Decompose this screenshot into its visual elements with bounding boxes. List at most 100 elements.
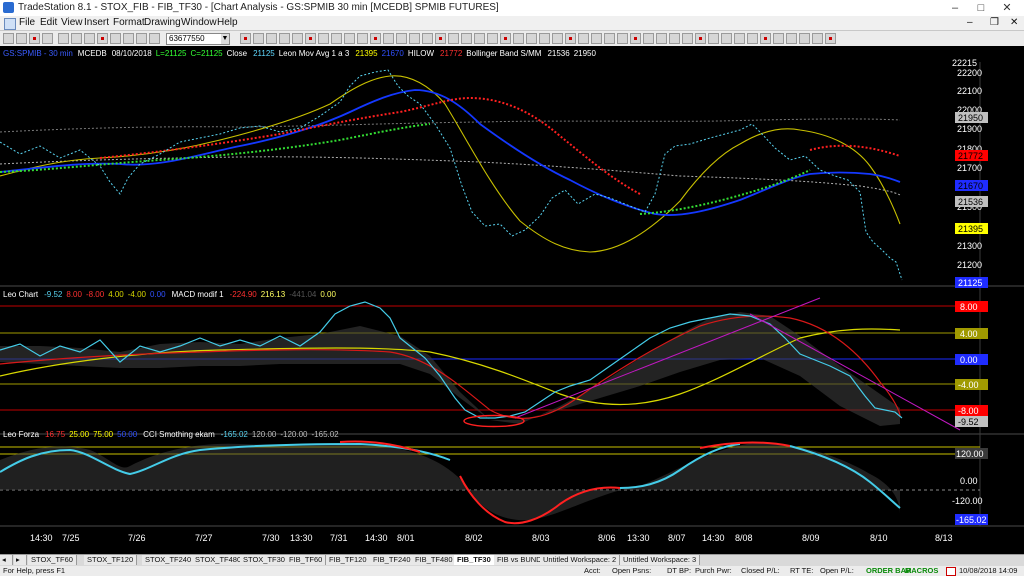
toolbar-tool-icon[interactable]	[461, 33, 472, 44]
menu-view[interactable]: View	[61, 17, 83, 28]
toolbar-tool-icon[interactable]	[552, 33, 563, 44]
toolbar-tool-icon[interactable]	[84, 33, 95, 44]
mdi-restore-button[interactable]: ❐	[990, 17, 999, 28]
toolbar-tool-icon[interactable]	[682, 33, 693, 44]
toolbar-tool-icon[interactable]	[539, 33, 550, 44]
toolbar-tool-icon[interactable]	[357, 33, 368, 44]
toolbar-tool-icon[interactable]	[305, 33, 316, 44]
toolbar-tool-icon[interactable]	[656, 33, 667, 44]
toolbar-tool-icon[interactable]	[643, 33, 654, 44]
workspace-tab-bar: ◂ ▸ STOX_TF60 STOX_TF120 STOX_TF240 STOX…	[0, 554, 1024, 566]
close-button[interactable]: ✕	[994, 1, 1020, 15]
toolbar-tool-icon[interactable]	[136, 33, 147, 44]
title-bar: TradeStation 8.1 - STOX_FIB - FIB_TF30 -…	[0, 0, 1024, 17]
document-icon[interactable]	[4, 18, 16, 30]
price-axis-label: 21900	[957, 124, 982, 134]
tab-fib-tf30[interactable]: FIB_TF30	[454, 555, 495, 565]
toolbar-tool-icon[interactable]	[331, 33, 342, 44]
toolbar-tool-icon[interactable]	[344, 33, 355, 44]
toolbar-tool-icon[interactable]	[591, 33, 602, 44]
toolbar-tool-icon[interactable]	[318, 33, 329, 44]
toolbar-tool-icon[interactable]	[812, 33, 823, 44]
tab-untitled-workspace-2[interactable]: Untitled Workspace: 2	[540, 555, 621, 565]
toolbar-tool-icon[interactable]	[799, 33, 810, 44]
mdi-close-button[interactable]: ✕	[1010, 17, 1018, 28]
toolbar-tool-icon[interactable]	[97, 33, 108, 44]
tab-stox-tf120[interactable]: STOX_TF120	[84, 555, 138, 565]
menu-window[interactable]: Window	[181, 17, 217, 28]
alert-icon[interactable]	[946, 567, 956, 576]
toolbar-tool-icon[interactable]	[240, 33, 251, 44]
toolbar-tool-icon[interactable]	[292, 33, 303, 44]
toolbar-tool-icon[interactable]	[734, 33, 745, 44]
toolbar-tool-icon[interactable]	[422, 33, 433, 44]
toolbar-tool-icon[interactable]	[721, 33, 732, 44]
toolbar-tool-icon[interactable]	[266, 33, 277, 44]
toolbar-tool-icon[interactable]	[396, 33, 407, 44]
tab-fib-vs-bund[interactable]: FIB vs BUND	[494, 555, 546, 565]
toolbar-tool-icon[interactable]	[3, 33, 14, 44]
toolbar-tool-icon[interactable]	[279, 33, 290, 44]
toolbar-tool-icon[interactable]	[474, 33, 485, 44]
menu-file[interactable]: File	[19, 17, 35, 28]
menu-edit[interactable]: Edit	[40, 17, 57, 28]
tab-fib-tf480[interactable]: FIB_TF480	[412, 555, 457, 565]
toolbar-tool-icon[interactable]	[500, 33, 511, 44]
toolbar-tool-icon[interactable]	[42, 33, 53, 44]
price-axis-label: 21700	[957, 163, 982, 173]
minimize-button[interactable]: –	[942, 1, 968, 15]
symbol-combo[interactable]: 63677550 ▼	[166, 33, 230, 45]
tab-scroll-right[interactable]: ▸	[14, 555, 27, 565]
tab-untitled-workspace-3[interactable]: Untitled Workspace: 3	[620, 555, 701, 565]
macros-button[interactable]: MACROS	[905, 566, 938, 576]
toolbar-tool-icon[interactable]	[110, 33, 121, 44]
menu-insert[interactable]: Insert	[84, 17, 109, 28]
toolbar-tool-icon[interactable]	[708, 33, 719, 44]
toolbar-tool-icon[interactable]	[435, 33, 446, 44]
tab-fib-tf120[interactable]: FIB_TF120	[326, 555, 371, 565]
tab-scroll-left[interactable]: ◂	[0, 555, 13, 565]
status-clock: 10/08/2018 14:09	[959, 566, 1018, 575]
toolbar-tool-icon[interactable]	[58, 33, 69, 44]
toolbar-tool-icon[interactable]	[370, 33, 381, 44]
menu-format[interactable]: Format	[113, 17, 145, 28]
toolbar-tool-icon[interactable]	[786, 33, 797, 44]
toolbar-tool-icon[interactable]	[123, 33, 134, 44]
toolbar-tool-icon[interactable]	[409, 33, 420, 44]
tab-fib-tf60[interactable]: FIB_TF60	[286, 555, 327, 565]
toolbar-tool-icon[interactable]	[747, 33, 758, 44]
toolbar-tool-icon[interactable]	[71, 33, 82, 44]
toolbar-tool-icon[interactable]	[760, 33, 771, 44]
toolbar-tool-icon[interactable]	[617, 33, 628, 44]
toolbar-tool-icon[interactable]	[149, 33, 160, 44]
toolbar-tool-icon[interactable]	[773, 33, 784, 44]
menu-help[interactable]: Help	[217, 17, 238, 28]
price-high-label: 22215	[952, 58, 977, 68]
tab-fib-tf240[interactable]: FIB_TF240	[370, 555, 415, 565]
toolbar-tool-icon[interactable]	[383, 33, 394, 44]
toolbar-tool-icon[interactable]	[29, 33, 40, 44]
toolbar-tool-icon[interactable]	[630, 33, 641, 44]
maximize-button[interactable]: □	[968, 1, 994, 15]
tab-stox-tf30[interactable]: STOX_TF30	[240, 555, 289, 565]
toolbar-tool-icon[interactable]	[604, 33, 615, 44]
tab-stox-tf480[interactable]: STOX_TF480	[192, 555, 246, 565]
toolbar-tool-icon[interactable]	[565, 33, 576, 44]
toolbar-tool-icon[interactable]	[16, 33, 27, 44]
tab-stox-tf60[interactable]: STOX_TF60	[28, 555, 77, 565]
mdi-minimize-button[interactable]: –	[967, 17, 973, 28]
toolbar-tool-icon[interactable]	[825, 33, 836, 44]
chevron-down-icon[interactable]: ▼	[221, 34, 229, 44]
toolbar-tool-icon[interactable]	[513, 33, 524, 44]
chart-analysis-area[interactable]: GS:SPMIB - 30 min MCEDB 08/10/2018 L=21125 C…	[0, 46, 1024, 554]
toolbar-tool-icon[interactable]	[526, 33, 537, 44]
toolbar-tool-icon[interactable]	[253, 33, 264, 44]
menu-drawing[interactable]: Drawing	[144, 17, 181, 28]
price-tag-label: 21772	[958, 151, 983, 161]
toolbar-tool-icon[interactable]	[669, 33, 680, 44]
toolbar-tool-icon[interactable]	[448, 33, 459, 44]
toolbar-tool-icon[interactable]	[695, 33, 706, 44]
toolbar-tool-icon[interactable]	[487, 33, 498, 44]
toolbar-tool-icon[interactable]	[578, 33, 589, 44]
tab-stox-tf240[interactable]: STOX_TF240	[142, 555, 196, 565]
